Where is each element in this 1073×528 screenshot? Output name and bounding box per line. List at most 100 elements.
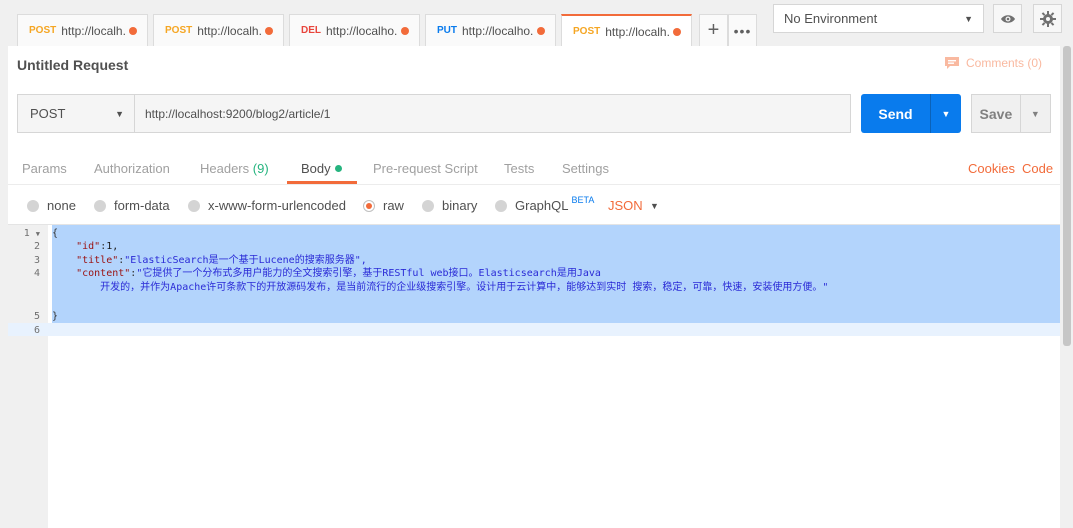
unsaved-dot-icon: [265, 26, 273, 35]
request-tab[interactable]: POST http://localh...: [153, 14, 284, 46]
line-number: 3: [33, 255, 40, 266]
line-number: 5: [33, 311, 40, 322]
vertical-scrollbar[interactable]: [1063, 46, 1071, 346]
body-type-form-data[interactable]: form-data: [94, 198, 170, 213]
chevron-down-icon[interactable]: ▼: [650, 201, 659, 211]
gear-icon: [1039, 10, 1056, 27]
tab-authorization[interactable]: Authorization: [94, 161, 170, 176]
radio-icon: [422, 199, 434, 212]
send-options-button[interactable]: ▼: [930, 94, 961, 133]
tab-body[interactable]: Body: [301, 161, 342, 176]
plus-icon: +: [707, 19, 720, 41]
body-type-options: none form-data x-www-form-urlencoded raw…: [8, 195, 1060, 217]
code-line: }: [52, 311, 59, 322]
save-button[interactable]: Save ▼: [971, 94, 1051, 133]
environment-select[interactable]: No Environment ▼: [773, 4, 984, 33]
comments-button[interactable]: Comments (0): [944, 56, 1042, 70]
tab-url: http://localho...: [326, 23, 397, 38]
unsaved-dot-icon: [401, 26, 409, 35]
request-panel: Untitled Request Comments (0) POST ▼ htt…: [8, 46, 1060, 528]
chevron-down-icon: ▼: [941, 108, 951, 119]
body-type-graphql[interactable]: GraphQL BETA: [495, 194, 595, 213]
environment-quick-look-button[interactable]: [993, 4, 1022, 33]
tab-body-label: Body: [301, 161, 331, 176]
request-subtabs: Params Authorization Headers (9) Body Pr…: [8, 153, 1060, 185]
code-line: {: [52, 228, 59, 239]
url-value: http://localhost:9200/blog2/article/1: [145, 106, 331, 121]
tab-headers[interactable]: Headers (9): [200, 161, 269, 176]
code-line: "title":"ElasticSearch是一个基于Lucene的搜索服务器"…: [76, 255, 367, 266]
beta-badge: BETA: [571, 194, 595, 205]
code-line-wrapped: 开发的，并作为Apache许可条款下的开放源码发布，是当前流行的企业级搜索引擎。…: [100, 282, 829, 293]
option-label: GraphQL: [515, 198, 569, 213]
comment-icon: [944, 57, 959, 69]
line-number: 4: [33, 268, 40, 279]
tab-method: PUT: [437, 25, 457, 36]
comments-label: Comments (0): [965, 56, 1042, 70]
radio-icon: [188, 199, 200, 212]
request-tab[interactable]: POST http://localh...: [17, 14, 148, 46]
tab-bar: POST http://localh... POST http://localh…: [0, 0, 1073, 47]
body-type-urlencoded[interactable]: x-www-form-urlencoded: [188, 198, 346, 213]
body-type-none[interactable]: none: [27, 198, 76, 213]
more-tabs-button[interactable]: •••: [728, 14, 757, 46]
radio-icon: [27, 199, 39, 212]
tab-headers-label: Headers: [200, 161, 250, 176]
radio-icon: [94, 199, 106, 212]
tab-method: POST: [573, 26, 601, 37]
save-options-button[interactable]: ▼: [1019, 95, 1050, 132]
send-label: Send: [878, 105, 913, 122]
option-label: none: [47, 198, 76, 213]
tab-method: DEL: [301, 25, 321, 36]
environment-label: No Environment: [784, 11, 878, 26]
code-line: "content":"它提供了一个分布式多用户能力的全文搜索引擎，基于RESTf…: [76, 268, 601, 279]
request-name[interactable]: Untitled Request: [17, 57, 128, 73]
tab-settings[interactable]: Settings: [562, 161, 609, 176]
unsaved-dot-icon: [129, 26, 137, 35]
unsaved-dot-icon: [673, 27, 681, 36]
body-editor[interactable]: 1 ▼ 2 3 4 5 6 { "id":1, "title":"Elastic…: [8, 224, 1060, 528]
request-tab[interactable]: PUT http://localho...: [425, 14, 556, 46]
radio-icon: [495, 199, 507, 212]
tab-params[interactable]: Params: [22, 161, 67, 176]
code-line: "id":1,: [76, 241, 119, 252]
line-number: 1 ▼: [23, 228, 40, 239]
option-label: form-data: [114, 198, 170, 213]
tab-url: http://localh...: [605, 24, 669, 39]
chevron-down-icon: ▼: [1030, 108, 1040, 119]
option-label: x-www-form-urlencoded: [208, 198, 346, 213]
headers-count: (9): [252, 161, 269, 176]
unsaved-dot-icon: [537, 26, 545, 35]
method-label: POST: [30, 106, 66, 121]
tab-prerequest-script[interactable]: Pre-request Script: [373, 161, 478, 176]
code-link[interactable]: Code: [1022, 161, 1053, 176]
url-input[interactable]: http://localhost:9200/blog2/article/1: [134, 94, 851, 133]
cookies-link[interactable]: Cookies: [968, 161, 1015, 176]
radio-selected-icon: [363, 199, 375, 212]
new-tab-button[interactable]: +: [699, 14, 728, 46]
save-label: Save: [979, 105, 1013, 122]
tab-tests[interactable]: Tests: [504, 161, 534, 176]
option-label: raw: [383, 198, 404, 213]
chevron-down-icon: ▼: [115, 108, 124, 119]
tab-url: http://localh...: [197, 23, 261, 38]
tab-method: POST: [165, 25, 193, 36]
eye-icon: [1000, 14, 1015, 23]
chevron-down-icon: ▼: [964, 13, 973, 24]
manage-environments-button[interactable]: [1033, 4, 1062, 33]
body-format-select[interactable]: JSON: [608, 198, 643, 213]
fold-arrow-icon: ▼: [35, 230, 40, 238]
ellipsis-icon: •••: [733, 22, 752, 39]
option-label: binary: [442, 198, 478, 213]
active-dot-icon: [334, 165, 342, 172]
tab-url: http://localho...: [462, 23, 533, 38]
body-type-raw[interactable]: raw: [363, 198, 404, 213]
tab-url: http://localh...: [61, 23, 125, 38]
request-tab-active[interactable]: POST http://localh...: [561, 14, 692, 47]
request-tab[interactable]: DEL http://localho...: [289, 14, 420, 46]
current-line-highlight: [8, 323, 1060, 336]
method-select[interactable]: POST ▼: [17, 94, 135, 133]
body-type-binary[interactable]: binary: [422, 198, 477, 213]
active-tab-indicator: [287, 181, 357, 184]
send-button[interactable]: Send ▼: [861, 94, 961, 133]
